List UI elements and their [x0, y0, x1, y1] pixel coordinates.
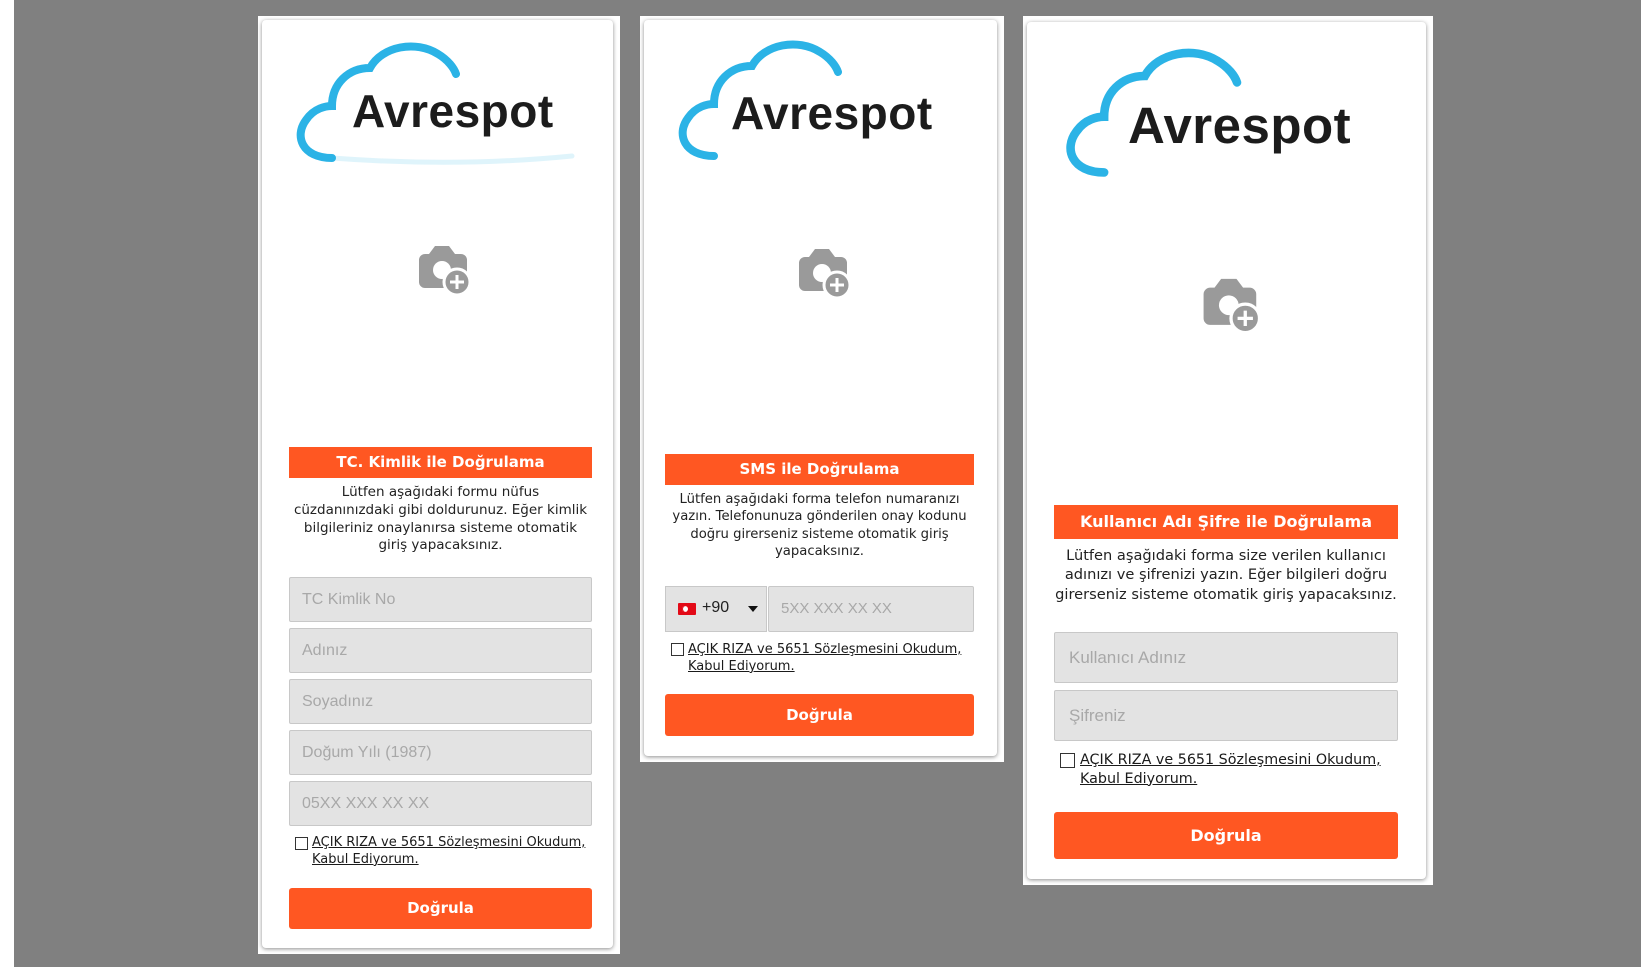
add-photo-icon[interactable]: [413, 240, 475, 300]
birth-year-input[interactable]: Doğum Yılı (1987): [289, 730, 592, 775]
surname-input[interactable]: Soyadınız: [289, 679, 592, 724]
country-code-select[interactable]: +90: [665, 586, 767, 632]
agreement-checkbox[interactable]: [295, 837, 308, 850]
sms-login-card: Avrespot SMS ile Doğrulama Lütfen aşağıd…: [644, 20, 997, 756]
form-title: Kullanıcı Adı Şifre ile Doğrulama: [1054, 505, 1398, 539]
password-input[interactable]: Şifreniz: [1054, 690, 1398, 741]
verify-button[interactable]: Doğrula: [665, 694, 974, 736]
turkey-flag-icon: [678, 603, 696, 615]
agreement-checkbox[interactable]: [671, 643, 684, 656]
verify-button[interactable]: Doğrula: [1054, 812, 1398, 859]
form-title: TC. Kimlik ile Doğrulama: [289, 447, 592, 478]
phone-number-input[interactable]: 5XX XXX XX XX: [768, 586, 974, 632]
form-description: Lütfen aşağıdaki forma telefon numaranız…: [672, 492, 967, 560]
agreement-link[interactable]: AÇIK RIZA ve 5651 Sözleşmesini Okudum, K…: [312, 835, 587, 869]
userpass-login-card: Avrespot Kullanıcı Adı Şifre ile Doğrula…: [1027, 22, 1426, 879]
brand-name: Avrespot: [731, 87, 933, 139]
phone-input[interactable]: 05XX XXX XX XX: [289, 781, 592, 826]
form-title: SMS ile Doğrulama: [665, 454, 974, 485]
agreement-link[interactable]: AÇIK RIZA ve 5651 Sözleşmesini Okudum, K…: [688, 642, 973, 676]
brand-name: Avrespot: [352, 85, 554, 137]
brand-name: Avrespot: [1128, 97, 1352, 154]
form-description: Lütfen aşağıdaki forma size verilen kull…: [1055, 547, 1397, 603]
country-code-label: +90: [702, 599, 730, 616]
tc-kimlik-no-input[interactable]: TC Kimlik No: [289, 577, 592, 622]
form-description: Lütfen aşağıdaki formu nüfus cüzdanınızd…: [293, 484, 588, 554]
tc-login-card: Avrespot TC. Kimlik ile Doğrulama Lütfen…: [262, 20, 613, 948]
agreement-link[interactable]: AÇIK RIZA ve 5651 Sözleşmesini Okudum, K…: [1080, 751, 1398, 788]
add-photo-icon[interactable]: [793, 243, 855, 303]
agreement-checkbox[interactable]: [1060, 753, 1075, 768]
verify-button[interactable]: Doğrula: [289, 888, 592, 929]
name-input[interactable]: Adınız: [289, 628, 592, 673]
username-input[interactable]: Kullanıcı Adınız: [1054, 632, 1398, 683]
chevron-down-icon: [748, 606, 758, 612]
add-photo-icon[interactable]: [1197, 272, 1265, 338]
